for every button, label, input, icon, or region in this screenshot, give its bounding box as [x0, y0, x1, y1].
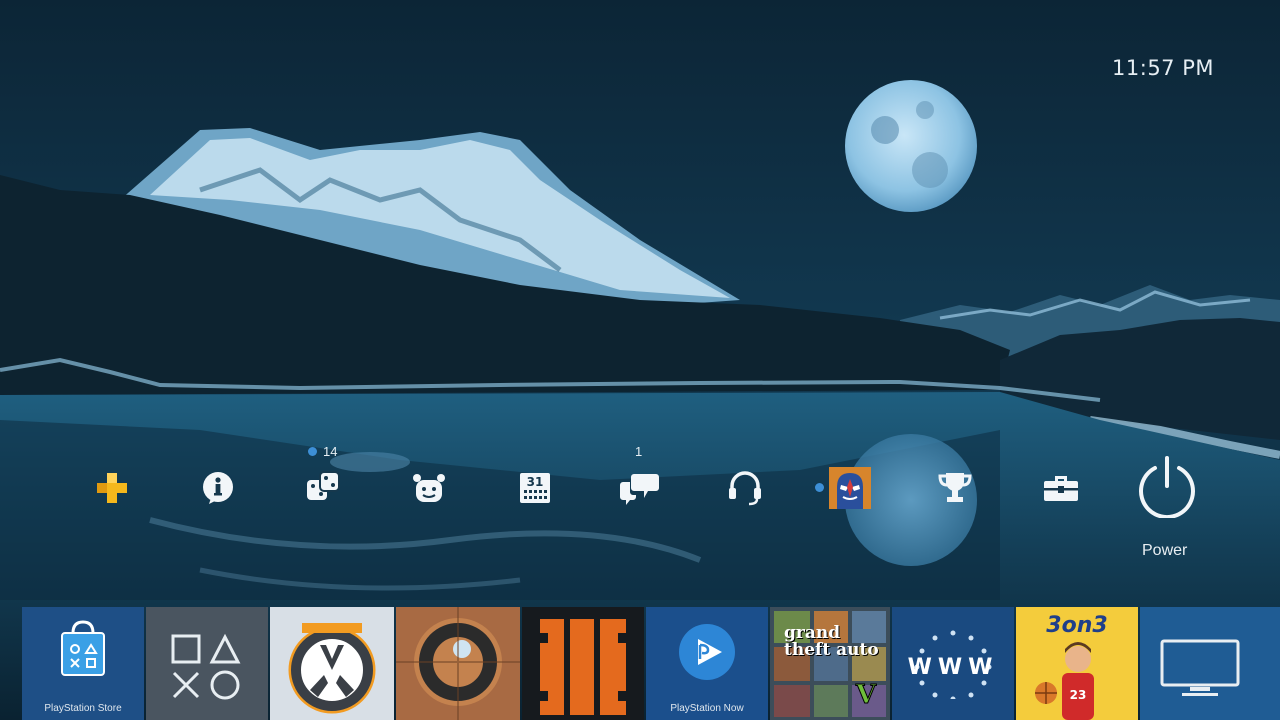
svg-text:V: V: [855, 680, 877, 710]
tile-playstation-now[interactable]: PlayStation Now: [646, 607, 768, 720]
overwatch-logo-icon: [288, 623, 376, 714]
calendar-icon[interactable]: 31: [517, 470, 553, 506]
function-bar: 14 31 1: [0, 440, 1280, 570]
tile-label: PlayStation Store: [44, 703, 122, 714]
tv-icon: [1160, 639, 1240, 696]
tile-3on3-freestyle[interactable]: 23 3on3: [1016, 607, 1138, 720]
dice-icon[interactable]: [305, 470, 341, 506]
tile-rocket-game[interactable]: [396, 607, 520, 720]
3on3-art-text: 3on3: [1046, 613, 1108, 638]
tile-label: PlayStation Now: [670, 703, 744, 714]
tile-tv-video[interactable]: [1140, 607, 1280, 720]
tile-internet-browser[interactable]: WWW: [892, 607, 1014, 720]
avatar-icon[interactable]: [829, 467, 871, 509]
svg-text:31: 31: [527, 475, 544, 489]
tile-playstation-store[interactable]: PlayStation Store: [22, 607, 144, 720]
ps-shapes-icon: [171, 633, 241, 700]
info-icon[interactable]: [200, 470, 236, 506]
notification-indicator: [308, 447, 317, 456]
tile-library[interactable]: [146, 607, 268, 720]
power-icon[interactable]: [1134, 453, 1200, 519]
notification-count: 14: [323, 444, 338, 459]
ps-now-icon: [679, 624, 735, 680]
toolbox-icon[interactable]: [1042, 470, 1080, 506]
headset-icon[interactable]: [727, 470, 763, 506]
profile-indicator: [815, 483, 824, 492]
ps-plus-icon[interactable]: [94, 470, 130, 506]
tile-black-ops-3[interactable]: [522, 607, 644, 720]
clock: 11:57 PM: [1112, 56, 1214, 80]
content-area: PlayStation Store PlayStation Now V gran…: [0, 607, 1280, 720]
friends-icon[interactable]: [410, 470, 448, 506]
game-art-icon: [396, 607, 520, 720]
svg-text:23: 23: [1070, 688, 1087, 702]
tile-gta-v[interactable]: V grand theft auto: [770, 607, 890, 720]
messages-icon[interactable]: [620, 470, 660, 506]
tile-overwatch[interactable]: [270, 607, 394, 720]
trophy-icon[interactable]: [937, 470, 973, 506]
store-bag-icon: [61, 620, 105, 676]
www-label: WWW: [907, 655, 999, 680]
messages-count: 1: [635, 444, 643, 459]
gta-art-text: grand theft auto: [784, 623, 879, 660]
black-ops-logo-icon: [540, 619, 626, 715]
